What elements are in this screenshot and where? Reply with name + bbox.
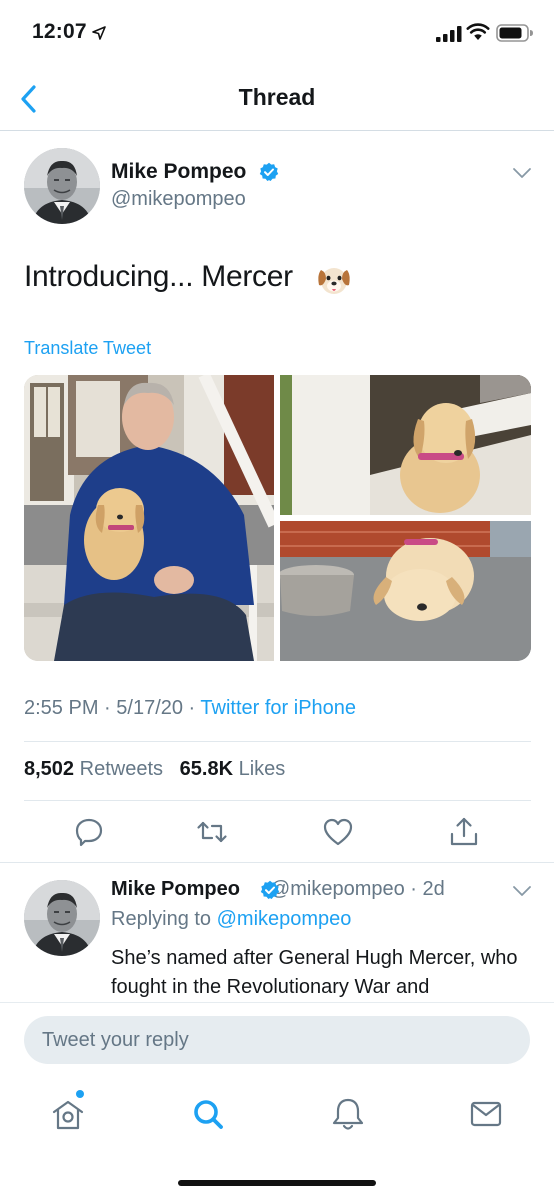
chevron-down-icon[interactable]: [512, 884, 532, 898]
navigation-bar: Thread: [0, 66, 554, 131]
tweet-source-link[interactable]: Twitter for iPhone: [200, 697, 356, 719]
reply-author-avatar[interactable]: [24, 880, 100, 956]
author-handle[interactable]: @mikepompeo: [111, 188, 246, 211]
retweets-stat[interactable]: 8,502 Retweets: [24, 758, 163, 780]
separator-dot: ·: [98, 697, 117, 719]
verified-badge-icon: [259, 162, 279, 181]
share-icon[interactable]: [448, 816, 480, 848]
chevron-down-icon[interactable]: [512, 166, 532, 180]
reply-input[interactable]: [24, 1016, 530, 1064]
author-name[interactable]: Mike Pompeo: [111, 160, 246, 184]
likes-count: 65.8K: [179, 758, 234, 780]
reply-icon[interactable]: [73, 816, 105, 848]
separator-dot: ·: [183, 697, 201, 719]
location-arrow-icon: [92, 26, 106, 40]
cellular-signal-icon: [436, 26, 462, 42]
home-icon[interactable]: [50, 1094, 86, 1134]
reply-author-handle[interactable]: @mikepompeo: [270, 878, 405, 900]
status-bar: 12:07: [0, 0, 554, 66]
verified-badge-icon: [260, 880, 280, 899]
likes-stat[interactable]: 65.8K Likes: [180, 758, 286, 780]
reply-meta: @mikepompeo · 2d: [269, 878, 445, 900]
dog-face-icon: [318, 268, 350, 294]
reply-age: 2d: [422, 878, 445, 900]
retweets-label: Retweets: [79, 758, 163, 780]
retweets-count: 8,502: [24, 758, 75, 780]
photo-man-holding-puppy[interactable]: [24, 375, 274, 661]
like-heart-icon[interactable]: [322, 816, 354, 848]
reply-text: She’s named after General Hugh Mercer, w…: [111, 947, 518, 998]
tweet-timestamp: 2:55 PM · 5/17/20 · Twitter for iPhone: [24, 697, 356, 720]
photo-puppy-lying-down[interactable]: [280, 521, 531, 661]
reply-author-name[interactable]: Mike Pompeo: [111, 878, 240, 900]
page-title: Thread: [238, 84, 316, 110]
author-avatar[interactable]: [24, 148, 100, 224]
battery-icon: [496, 24, 533, 42]
likes-label: Likes: [238, 758, 286, 780]
divider: [0, 862, 554, 863]
replying-to-handle[interactable]: @mikepompeo: [217, 908, 352, 930]
notification-dot: [76, 1090, 84, 1098]
photo-puppy-on-steps[interactable]: [280, 375, 531, 515]
status-time: 12:07: [32, 20, 87, 43]
replying-to-label: Replying to: [111, 908, 212, 930]
search-icon[interactable]: [190, 1094, 226, 1134]
tweet-text: Introducing... Mercer: [24, 260, 293, 293]
notifications-bell-icon[interactable]: [330, 1094, 366, 1134]
replying-to: Replying to @mikepompeo: [111, 908, 351, 931]
retweet-icon[interactable]: [196, 816, 228, 848]
translate-tweet-link[interactable]: Translate Tweet: [24, 338, 151, 359]
divider: [24, 800, 531, 801]
tweet-media-grid: [24, 375, 531, 661]
wifi-icon: [466, 23, 490, 40]
home-indicator: [178, 1180, 376, 1186]
tweet-date: 5/17/20: [116, 697, 183, 719]
tweet-time: 2:55 PM: [24, 697, 99, 719]
divider: [24, 741, 531, 742]
tweet-stats: 8,502 Retweets 65.8K Likes: [24, 758, 285, 781]
messages-envelope-icon[interactable]: [468, 1094, 504, 1134]
